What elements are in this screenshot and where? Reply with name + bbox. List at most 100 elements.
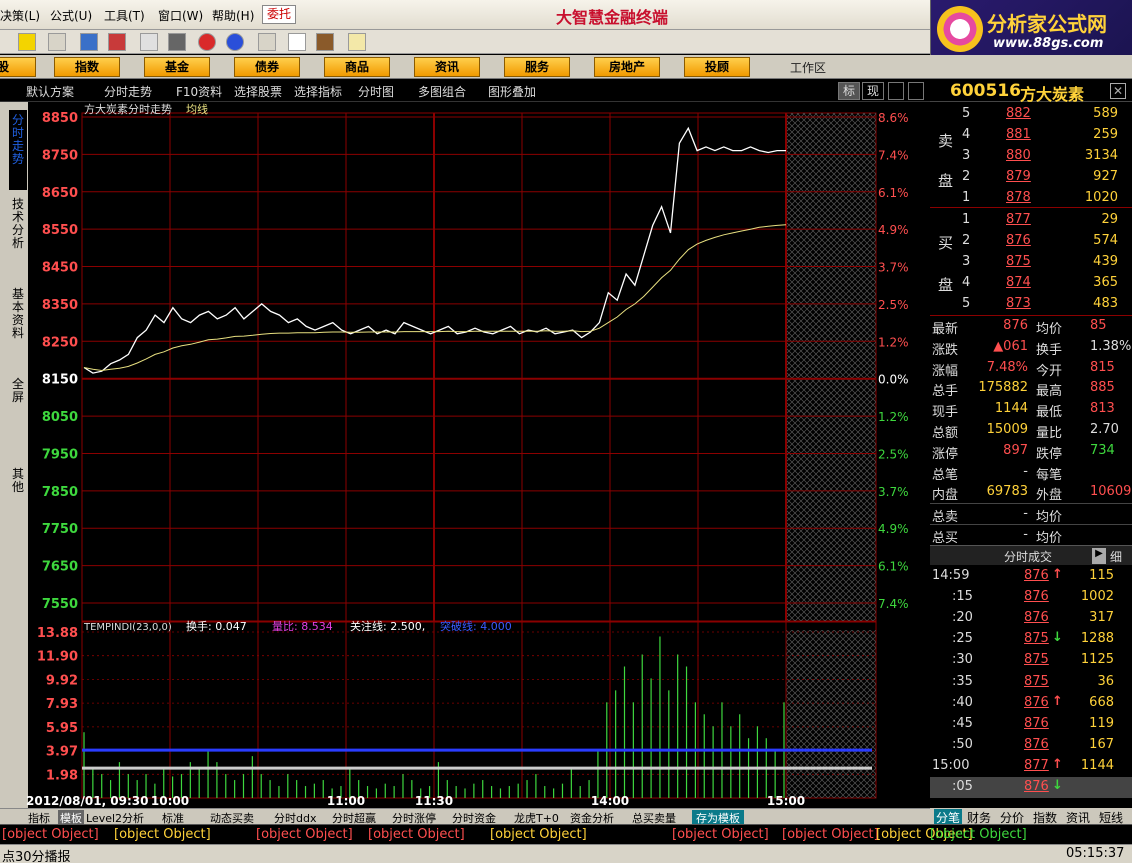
- chart-legend-name: 方大炭素分时走势: [84, 102, 172, 116]
- tab-multi-chart[interactable]: 多图组合: [418, 83, 466, 100]
- quote-value-2: 1.38%: [1090, 338, 1132, 354]
- quote-label-2: 均价: [1036, 322, 1063, 337]
- menu-help[interactable]: 帮助(H): [212, 7, 254, 24]
- nav-stock[interactable]: 股: [0, 57, 36, 77]
- layout-icon[interactable]: [888, 82, 904, 100]
- nav-realestate[interactable]: 房地产: [594, 57, 660, 77]
- price-tick-label: 8650: [42, 186, 78, 201]
- market-ticker: [object Object] [object Object] [object Ob…: [0, 824, 1132, 844]
- quote-value: 175882: [978, 380, 1028, 396]
- price-tick-label: 8750: [42, 148, 78, 163]
- sell-level: 1: [962, 190, 971, 205]
- quote-label-2: 均价: [1036, 510, 1063, 526]
- trade-volume: 1125: [1080, 652, 1114, 668]
- nav-commodity[interactable]: 商品: [324, 57, 390, 77]
- buy-volume: 439: [1093, 254, 1118, 269]
- trade-row: :30 875 1125: [930, 650, 1132, 671]
- trade-price: 875: [1024, 652, 1049, 668]
- speaker-icon[interactable]: [108, 33, 126, 51]
- ticker-item: [object Object]: [256, 827, 353, 842]
- price-tick-label: 8150: [42, 373, 78, 388]
- tab-intraday[interactable]: 分时走势: [104, 83, 152, 100]
- trade-row: 14:59 876 ↑ 115: [930, 566, 1132, 587]
- workarea-label[interactable]: 工作区: [790, 59, 826, 76]
- nav-news[interactable]: 资讯: [414, 57, 480, 77]
- trade-volume: 115: [1089, 568, 1114, 583]
- time-axis-label: 15:00: [767, 794, 805, 808]
- quote-value: 69783: [986, 484, 1028, 500]
- indicator-tabs: 指标 模板 Level2分析 标准 动态买卖 分时ddx 分时超赢 分时涨停 分时资金 龙虎T+0…: [0, 808, 930, 826]
- tab-f10[interactable]: F10资料: [176, 83, 222, 100]
- quote-label-2: 换手: [1036, 342, 1063, 358]
- quote-value: 1144: [994, 401, 1028, 417]
- time-axis-label: 11:30: [415, 794, 453, 808]
- trade-time: :30: [952, 652, 973, 668]
- play-icon[interactable]: ▶: [1092, 548, 1106, 564]
- trades-detail[interactable]: 细: [1110, 548, 1122, 565]
- price-tick-label: 7750: [42, 522, 78, 537]
- tab-select-stock[interactable]: 选择股票: [234, 83, 282, 100]
- menu-formula[interactable]: 公式(U): [50, 7, 92, 24]
- quote-row: 现手 1144 最低 813: [930, 399, 1132, 420]
- flower-logo-icon: [937, 6, 983, 52]
- buy-level: 5: [962, 296, 971, 311]
- quote-value: -: [1023, 527, 1028, 542]
- price-tick-label: 7850: [42, 485, 78, 500]
- tab-intraday-chart[interactable]: 分时图: [358, 83, 394, 100]
- buy-level: 4: [962, 275, 971, 290]
- buy-price: 873: [1006, 296, 1031, 311]
- category-navbar: 股 指数 基金 债券 商品 资讯 服务 房地产 投顾 工作区: [0, 55, 1132, 79]
- trade-price: 876: [1024, 779, 1049, 794]
- expand-icon[interactable]: [908, 82, 924, 100]
- trade-time: :25: [952, 631, 973, 647]
- sell-level: 3: [962, 148, 971, 163]
- trades-header-bar: 分时成交 ▶ 细: [930, 545, 1132, 565]
- diamond-icon[interactable]: [168, 33, 186, 51]
- trade-price: 876: [1024, 610, 1049, 626]
- mark-button[interactable]: 标: [838, 82, 860, 100]
- window-icon[interactable]: [288, 33, 306, 51]
- alert-icon[interactable]: [198, 33, 216, 51]
- info-icon[interactable]: [226, 33, 244, 51]
- trade-volume: 36: [1097, 673, 1114, 689]
- quote-value-2: 885: [1090, 380, 1115, 396]
- quote-label-2: 均价: [1036, 531, 1063, 546]
- indicator-volume-ratio: 量比: 8.534: [272, 620, 333, 633]
- trade-price: 875: [1024, 631, 1049, 647]
- tab-default-scheme[interactable]: 默认方案: [26, 83, 74, 100]
- price-tick-label: 8550: [42, 223, 78, 238]
- sell-volume: 589: [1093, 106, 1118, 121]
- books-icon[interactable]: [316, 33, 334, 51]
- entrust-button[interactable]: 委托: [262, 5, 296, 24]
- close-icon[interactable]: ✕: [1110, 83, 1126, 99]
- menu-window[interactable]: 窗口(W): [158, 7, 203, 24]
- nav-service[interactable]: 服务: [504, 57, 570, 77]
- current-button[interactable]: 现: [862, 82, 884, 100]
- intraday-chart[interactable]: 8850 8.6% 8750 7.4% 8650 6.1% 8550 4.9% 8450 3.7%…: [0, 102, 930, 808]
- arrow-down-icon: ↓: [1052, 630, 1063, 646]
- trade-volume: 119: [1089, 715, 1114, 731]
- buy-level: 2: [962, 233, 971, 248]
- tab-select-indicator[interactable]: 选择指标: [294, 83, 342, 100]
- nav-index[interactable]: 指数: [54, 57, 120, 77]
- percent-tick-label: 6.1%: [878, 186, 909, 200]
- help-cursor-icon[interactable]: [348, 33, 366, 51]
- grid-icon[interactable]: [48, 33, 66, 51]
- binoculars-icon[interactable]: [80, 33, 98, 51]
- quote-value-2: 813: [1090, 401, 1115, 417]
- trade-time: :45: [952, 715, 973, 731]
- percent-tick-label: 0.0%: [878, 373, 909, 387]
- sell-volume: 3134: [1084, 148, 1118, 163]
- quote-value-2: 2.70: [1090, 422, 1119, 437]
- tab-overlay[interactable]: 图形叠加: [488, 83, 536, 100]
- buy-volume: 365: [1093, 275, 1118, 290]
- nav-advisor[interactable]: 投顾: [684, 57, 750, 77]
- tool-icon[interactable]: [18, 33, 36, 51]
- menu-decision[interactable]: 决策(L): [0, 7, 40, 24]
- nav-fund[interactable]: 基金: [144, 57, 210, 77]
- chart-icon[interactable]: [140, 33, 158, 51]
- menu-tools[interactable]: 工具(T): [104, 7, 145, 24]
- trade-row: :25 875 ↓ 1288: [930, 629, 1132, 650]
- nav-bond[interactable]: 债券: [234, 57, 300, 77]
- printer-icon[interactable]: [258, 33, 276, 51]
